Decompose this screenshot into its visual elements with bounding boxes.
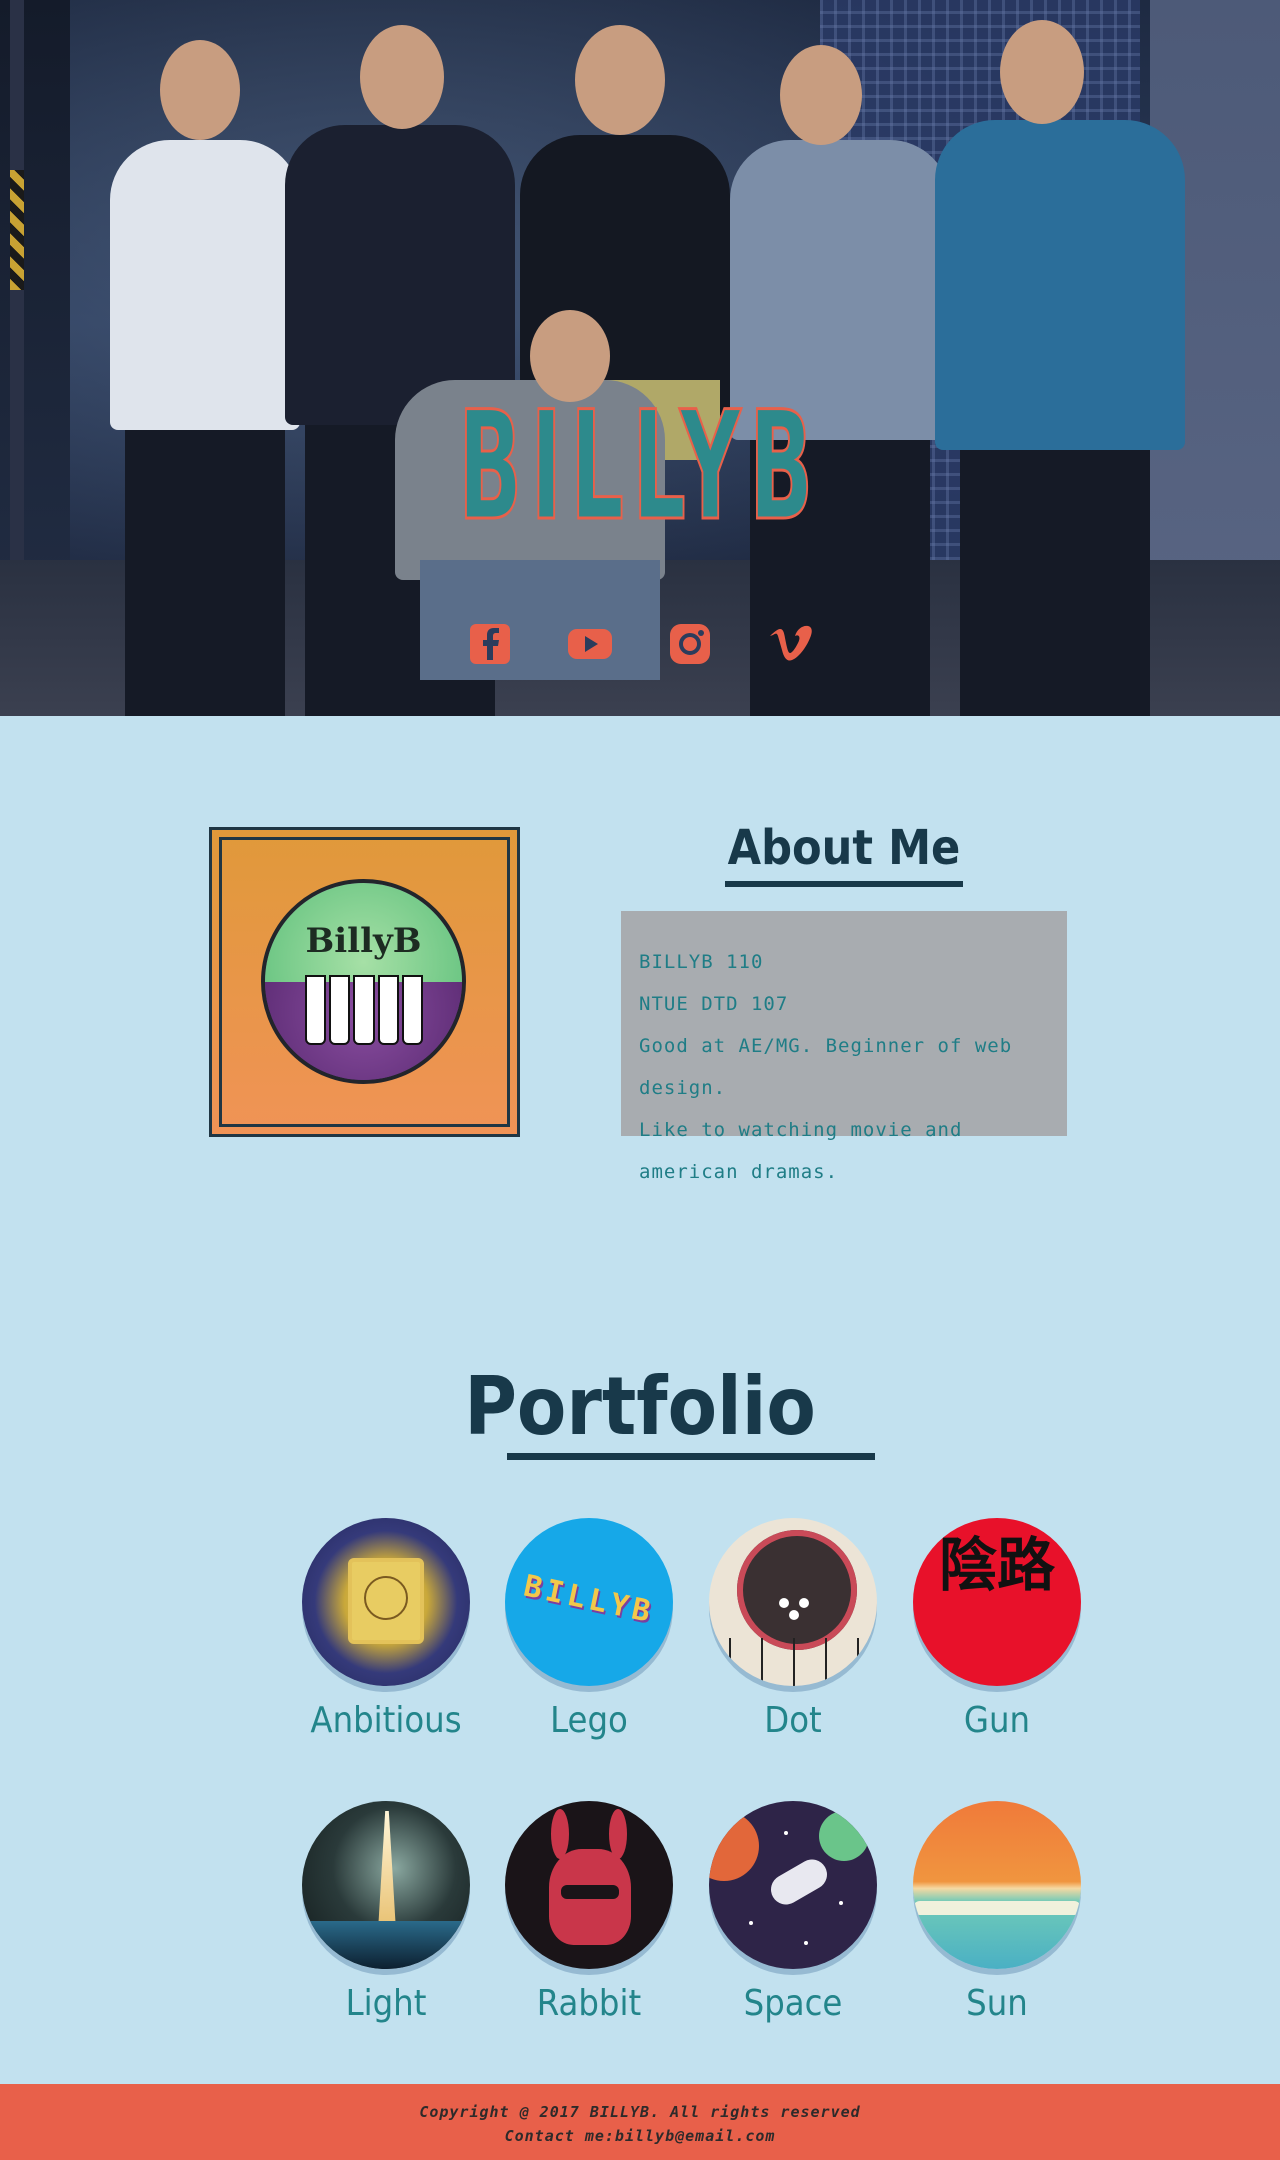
portfolio-title-underline: [507, 1453, 875, 1460]
brand-logo-badge: BillyB: [261, 879, 466, 1084]
about-line: Good at AE/MG. Beginner of web design.: [639, 1035, 1013, 1099]
social-links: [0, 620, 1280, 668]
portfolio-item-label[interactable]: Sun: [913, 1983, 1081, 2024]
portfolio-thumbnail[interactable]: 陰路: [913, 1518, 1081, 1686]
portfolio-thumbnail[interactable]: [302, 1801, 470, 1969]
portfolio-item-sun[interactable]: Sun: [913, 1801, 1081, 2024]
gun-thumb-text: 陰路: [938, 1531, 1055, 1599]
logo-text: BillyB: [305, 921, 422, 961]
portfolio-title: Portfolio: [464, 1360, 816, 1453]
portfolio-item-label[interactable]: Lego: [505, 1700, 673, 1741]
vimeo-icon[interactable]: [766, 620, 814, 668]
portfolio-item-label[interactable]: Light: [302, 1983, 470, 2024]
portfolio-item-lego[interactable]: BILLYB Lego: [505, 1518, 673, 1741]
about-line: BILLYB 110: [639, 951, 764, 973]
portfolio-item-space[interactable]: Space: [709, 1801, 877, 2024]
band-member-head: [160, 40, 240, 140]
portfolio-item-dot[interactable]: Dot: [709, 1518, 877, 1741]
portfolio-item-label[interactable]: Dot: [709, 1700, 877, 1741]
portfolio-item-label[interactable]: Space: [709, 1983, 877, 2024]
band-member-head: [575, 25, 665, 135]
brand-logo: BILLYB: [457, 380, 822, 554]
about-text-box: BILLYB 110 NTUE DTD 107 Good at AE/MG. B…: [621, 911, 1067, 1183]
about-line: Like to watching movie and american dram…: [639, 1119, 963, 1183]
lego-thumb-text: BILLYB: [520, 1568, 658, 1631]
about-title: About Me: [727, 820, 961, 876]
portfolio-thumbnail[interactable]: [709, 1801, 877, 1969]
portfolio-item-light[interactable]: Light: [302, 1801, 470, 2024]
facebook-icon[interactable]: [466, 620, 514, 668]
youtube-icon[interactable]: [566, 620, 614, 668]
portfolio-item-label[interactable]: Anbitious: [302, 1700, 470, 1741]
portfolio-item-label[interactable]: Gun: [913, 1700, 1081, 1741]
footer-copyright: Copyright @ 2017 BILLYB. All rights rese…: [419, 2103, 861, 2121]
about-title-underline: [725, 881, 963, 887]
portfolio-thumbnail[interactable]: [505, 1801, 673, 1969]
portfolio-item-label[interactable]: Rabbit: [505, 1983, 673, 2024]
portfolio-thumbnail[interactable]: [302, 1518, 470, 1686]
about-line: NTUE DTD 107: [639, 993, 789, 1015]
portfolio-thumbnail[interactable]: BILLYB: [505, 1518, 673, 1686]
band-member-head: [360, 25, 444, 129]
footer-contact[interactable]: Contact me:billyb@email.com: [0, 2124, 1280, 2148]
hero-warning-stripe: [10, 170, 24, 290]
band-member: [110, 140, 300, 430]
portfolio-item-gun[interactable]: 陰路 Gun: [913, 1518, 1081, 1741]
portfolio-thumbnail[interactable]: [709, 1518, 877, 1686]
portfolio-thumbnail[interactable]: [913, 1801, 1081, 1969]
band-member-head: [1000, 20, 1084, 124]
footer: Copyright @ 2017 BILLYB. All rights rese…: [0, 2084, 1280, 2160]
band-member-head: [780, 45, 862, 145]
hero-banner: BILLYB: [0, 0, 1280, 716]
brand-avatar: BillyB: [209, 827, 520, 1137]
logo-teeth: [305, 975, 424, 1045]
portfolio-item-anbitious[interactable]: Anbitious: [302, 1518, 470, 1741]
portfolio-item-rabbit[interactable]: Rabbit: [505, 1801, 673, 2024]
instagram-icon[interactable]: [666, 620, 714, 668]
